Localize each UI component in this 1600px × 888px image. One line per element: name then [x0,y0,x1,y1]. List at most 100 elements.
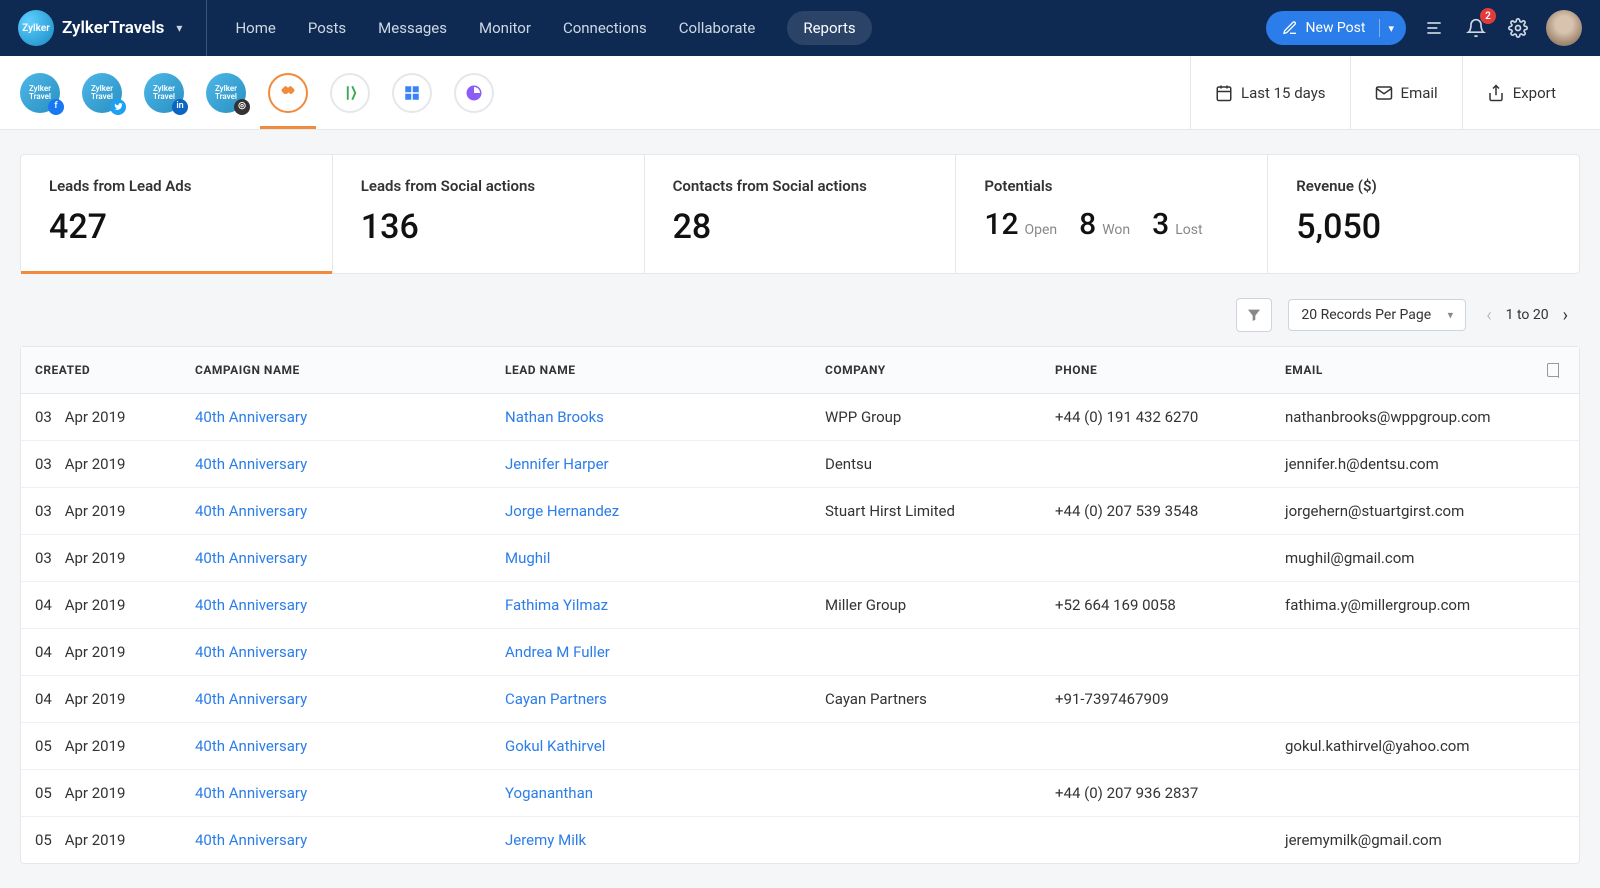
col-phone[interactable]: PHONE [1041,347,1271,393]
col-lead[interactable]: LEAD NAME [491,347,811,393]
channel-instagram[interactable]: Zylker Travel ◎ [206,73,246,113]
cell-created: 04 Apr 2019 [21,629,181,675]
pager-prev[interactable]: ‹ [1482,301,1495,330]
lead-link[interactable]: Fathima Yilmaz [505,596,608,614]
stat-potentials[interactable]: Potentials 12 Open 8 Won 3 Lost [956,155,1268,273]
table-row[interactable]: 05 Apr 201940th AnniversaryYogananthan+4… [21,770,1579,817]
stat-leads-from-social[interactable]: Leads from Social actions 136 [333,155,645,273]
campaign-link[interactable]: 40th Anniversary [195,643,307,661]
column-settings-icon[interactable] [1547,363,1565,377]
nav-home[interactable]: Home [235,11,275,45]
col-campaign[interactable]: CAMPAIGN NAME [181,347,491,393]
campaign-link[interactable]: 40th Anniversary [195,502,307,520]
stat-contacts-from-social[interactable]: Contacts from Social actions 28 [645,155,957,273]
channel-grid[interactable] [392,73,432,113]
channel-facebook[interactable]: Zylker Travel f [20,73,60,113]
lead-link[interactable]: Jorge Hernandez [505,502,619,520]
stat-label: Leads from Lead Ads [49,177,304,195]
lead-link[interactable]: Cayan Partners [505,690,607,708]
export-label: Export [1513,84,1556,102]
lead-link[interactable]: Gokul Kathirvel [505,737,605,755]
email-button[interactable]: Email [1350,56,1462,129]
cell-phone: +52 664 169 0058 [1041,582,1271,628]
table-row[interactable]: 03 Apr 201940th AnniversaryJennifer Harp… [21,441,1579,488]
table-row[interactable]: 05 Apr 201940th AnniversaryGokul Kathirv… [21,723,1579,770]
stat-leads-from-lead-ads[interactable]: Leads from Lead Ads 427 [21,155,333,273]
cell-created: 03 Apr 2019 [21,394,181,440]
table-row[interactable]: 03 Apr 201940th AnniversaryJorge Hernand… [21,488,1579,535]
cell-lead: Nathan Brooks [491,394,811,440]
cell-company: Dentsu [811,441,1041,487]
cell-company: Cayan Partners [811,676,1041,722]
lead-link[interactable]: Andrea M Fuller [505,643,610,661]
campaign-link[interactable]: 40th Anniversary [195,549,307,567]
campaign-link[interactable]: 40th Anniversary [195,408,307,426]
table-row[interactable]: 03 Apr 2019 40th Anniversary Nathan Brooks… [21,394,1579,441]
col-email-label: EMAIL [1285,363,1323,377]
channel-crm-handshake[interactable] [268,73,308,113]
channel-desk[interactable] [330,73,370,113]
cell-created: 05 Apr 2019 [21,770,181,816]
date-range-picker[interactable]: Last 15 days [1190,56,1350,129]
stat-revenue[interactable]: Revenue ($) 5,050 [1268,155,1579,273]
mail-icon [1375,84,1393,102]
nav-messages[interactable]: Messages [378,11,447,45]
channel-linkedin[interactable]: Zylker Travel in [144,73,184,113]
table-row[interactable]: 05 Apr 201940th AnniversaryJeremy Milkje… [21,817,1579,863]
table-row[interactable]: 04 Apr 2019 40th Anniversary Andrea M Full… [21,629,1579,676]
stat-label: Contacts from Social actions [673,177,928,195]
lead-link[interactable]: Nathan Brooks [505,408,604,426]
pager-range: 1 to 20 [1506,307,1549,323]
potentials-open: 12 Open [984,207,1057,242]
cell-phone [1041,535,1271,581]
nav-monitor[interactable]: Monitor [479,11,531,45]
page-size-select[interactable]: 20 Records Per Page [1288,299,1466,331]
col-company[interactable]: COMPANY [811,347,1041,393]
table-row[interactable]: 03 Apr 201940th AnniversaryMughilmughil@… [21,535,1579,582]
lead-link[interactable]: Jeremy Milk [505,831,586,849]
campaign-link[interactable]: 40th Anniversary [195,596,307,614]
export-button[interactable]: Export [1462,56,1580,129]
cell-email [1271,676,1579,722]
lead-link[interactable]: Mughil [505,549,550,567]
pencil-icon [1282,20,1298,36]
campaign-link[interactable]: 40th Anniversary [195,455,307,473]
campaign-link[interactable]: 40th Anniversary [195,784,307,802]
new-post-button[interactable]: New Post ▾ [1266,11,1406,45]
channel-twitter[interactable]: Zylker Travel [82,73,122,113]
lead-link[interactable]: Yogananthan [505,784,593,802]
user-avatar[interactable] [1546,10,1582,46]
notifications-button[interactable]: 2 [1462,14,1490,42]
settings-button[interactable] [1504,14,1532,42]
col-created[interactable]: CREATED [21,347,181,393]
nav-reports[interactable]: Reports [787,11,871,45]
cell-created: 05 Apr 2019 [21,817,181,863]
cell-phone [1041,817,1271,863]
cell-campaign: 40th Anniversary [181,817,491,863]
nav-connections[interactable]: Connections [563,11,647,45]
cell-campaign: 40th Anniversary [181,770,491,816]
campaign-link[interactable]: 40th Anniversary [195,690,307,708]
pager-next[interactable]: › [1559,301,1572,330]
campaign-link[interactable]: 40th Anniversary [195,737,307,755]
campaign-link[interactable]: 40th Anniversary [195,831,307,849]
lead-link[interactable]: Jennifer Harper [505,455,609,473]
nav-posts[interactable]: Posts [308,11,346,45]
table-row[interactable]: 04 Apr 201940th AnniversaryFathima Yilma… [21,582,1579,629]
cell-lead: Cayan Partners [491,676,811,722]
cell-email: jorgehern@stuartgirst.com [1271,488,1579,534]
table-controls: 20 Records Per Page ‹ 1 to 20 › [20,298,1580,332]
cell-company: Miller Group [811,582,1041,628]
cell-company [811,723,1041,769]
table-row[interactable]: 04 Apr 201940th AnniversaryCayan Partner… [21,676,1579,723]
col-email[interactable]: EMAIL [1271,347,1579,393]
brand-switcher[interactable]: Zylker ZylkerTravels ▾ [18,0,207,56]
cell-company: Stuart Hirst Limited [811,488,1041,534]
notification-badge: 2 [1480,8,1496,24]
chevron-down-icon: ▾ [176,21,182,35]
filter-button[interactable] [1236,298,1272,332]
menu-icon[interactable] [1420,14,1448,42]
nav-collaborate[interactable]: Collaborate [679,11,756,45]
channel-list: Zylker Travel f Zylker Travel Zylker Tra… [20,73,494,113]
channel-analytics[interactable] [454,73,494,113]
